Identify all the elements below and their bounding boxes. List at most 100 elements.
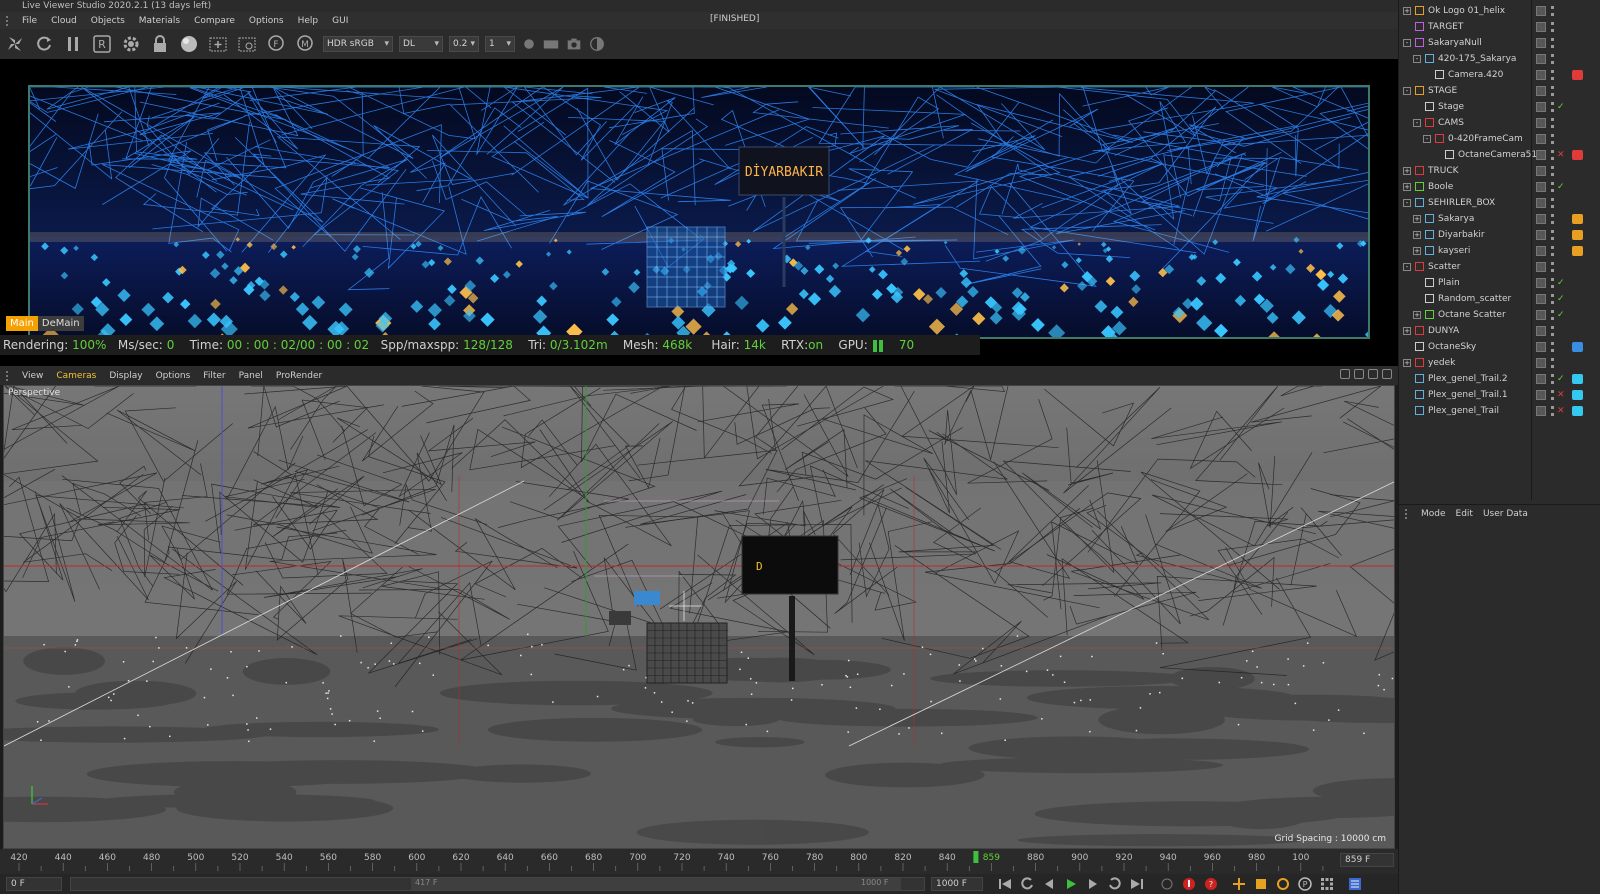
object-name[interactable]: CAMS [1438, 115, 1464, 131]
visibility-dots-icon[interactable] [1551, 278, 1554, 288]
visibility-dots-icon[interactable] [1551, 214, 1554, 224]
visibility-dots-icon[interactable] [1551, 134, 1554, 144]
object-name[interactable]: Octane Scatter [1438, 307, 1506, 323]
object-tag-icon[interactable] [1572, 230, 1583, 240]
object-row[interactable]: + yedek [1399, 355, 1600, 371]
visibility-dots-icon[interactable] [1551, 294, 1554, 304]
visibility-dots-icon[interactable] [1551, 262, 1554, 272]
object-name[interactable]: SakaryaNull [1428, 35, 1482, 51]
add-region-icon[interactable] [207, 33, 229, 55]
perspective-viewport[interactable]: D Perspective Grid Spacing : 10000 cm [3, 385, 1395, 849]
expand-toggle-icon[interactable]: + [1413, 311, 1421, 319]
param-key-icon[interactable]: P [1297, 876, 1313, 892]
visibility-dots-icon[interactable] [1551, 102, 1554, 112]
expand-toggle-icon[interactable]: - [1413, 119, 1421, 127]
visibility-dots-icon[interactable] [1551, 182, 1554, 192]
lock-icon[interactable] [149, 33, 171, 55]
object-name[interactable]: Sakarya [1438, 211, 1474, 227]
object-row[interactable]: Plex_genel_Trail.1 ✕ [1399, 387, 1600, 403]
layer-icon[interactable] [1536, 374, 1546, 384]
expand-toggle-icon[interactable]: + [1403, 7, 1411, 15]
attribute-tab-mode[interactable]: Mode [1421, 509, 1446, 519]
attribute-tab-user-data[interactable]: User Data [1483, 509, 1528, 519]
object-row[interactable]: - SEHIRLER_BOX [1399, 195, 1600, 211]
layer-icon[interactable] [1536, 22, 1546, 32]
rotate-key-icon[interactable] [1275, 876, 1291, 892]
object-name[interactable]: Random_scatter [1438, 291, 1511, 307]
expand-toggle-icon[interactable]: - [1403, 199, 1411, 207]
menu-gui[interactable]: GUI [332, 16, 348, 26]
expand-toggle-icon[interactable]: - [1403, 263, 1411, 271]
layer-icon[interactable] [1536, 342, 1546, 352]
layer-icon[interactable] [1536, 70, 1546, 80]
playhead-marker[interactable] [973, 851, 979, 863]
object-name[interactable]: Plex_genel_Trail [1428, 403, 1499, 419]
color-space-select[interactable]: HDR sRGB [323, 36, 393, 52]
next-key-icon[interactable] [1107, 876, 1123, 892]
next-frame-icon[interactable] [1085, 876, 1101, 892]
object-tag-icon[interactable] [1572, 390, 1583, 400]
render-image[interactable]: DİYARBAKIR [28, 85, 1370, 339]
value-stepper-2[interactable]: 1 [485, 36, 515, 52]
object-row[interactable]: - SakaryaNull [1399, 35, 1600, 51]
expand-toggle-icon[interactable]: - [1413, 55, 1421, 63]
goto-end-icon[interactable] [1129, 876, 1145, 892]
visibility-dots-icon[interactable] [1551, 390, 1554, 400]
viewport-menu-cameras[interactable]: Cameras [56, 371, 96, 381]
menu-cloud[interactable]: Cloud [51, 16, 77, 26]
rect-icon[interactable] [542, 33, 560, 55]
current-frame-field[interactable]: 859 F [1340, 853, 1394, 867]
object-row[interactable]: - STAGE [1399, 83, 1600, 99]
rotate-view-icon[interactable] [1368, 369, 1378, 379]
viewport-cube[interactable] [646, 622, 728, 684]
layer-icon[interactable] [1536, 310, 1546, 320]
viewport-menu-view[interactable]: View [22, 371, 43, 381]
enabled-check-icon[interactable]: ✓ [1557, 307, 1565, 323]
visibility-dots-icon[interactable] [1551, 38, 1554, 48]
timeline[interactable]: 420 440 460 480 500 520 540 560 580 600 620 640 660 6… [0, 849, 1398, 874]
layer-icon[interactable] [1536, 358, 1546, 368]
layer-icon[interactable] [1536, 134, 1546, 144]
object-row[interactable]: OctaneCamera516 ✕ [1399, 147, 1600, 163]
menu-materials[interactable]: Materials [139, 16, 180, 26]
object-tag-icon[interactable] [1572, 70, 1583, 80]
layer-icon[interactable] [1536, 102, 1546, 112]
visibility-dots-icon[interactable] [1551, 150, 1554, 160]
object-tag-icon[interactable] [1572, 342, 1583, 352]
enabled-check-icon[interactable]: ✓ [1557, 99, 1565, 115]
move-view-icon[interactable] [1340, 369, 1350, 379]
menu-file[interactable]: File [22, 16, 37, 26]
visibility-dots-icon[interactable] [1551, 166, 1554, 176]
layer-icon[interactable] [1536, 150, 1546, 160]
object-name[interactable]: STAGE [1428, 83, 1457, 99]
object-name[interactable]: Stage [1438, 99, 1464, 115]
visibility-dots-icon[interactable] [1551, 54, 1554, 64]
autokey-icon[interactable]: ? [1203, 876, 1219, 892]
object-name[interactable]: Scatter [1428, 259, 1460, 275]
object-tag-icon[interactable] [1572, 214, 1583, 224]
goto-start-icon[interactable] [997, 876, 1013, 892]
column-divider[interactable] [1531, 0, 1532, 500]
grip-handle[interactable] [6, 370, 16, 381]
layer-icon[interactable] [1536, 294, 1546, 304]
object-name[interactable]: DUNYA [1428, 323, 1459, 339]
object-row[interactable]: - 0-420FrameCam [1399, 131, 1600, 147]
attribute-tab-edit[interactable]: Edit [1456, 509, 1473, 519]
layer-icon[interactable] [1536, 326, 1546, 336]
object-name[interactable]: Ok Logo 01_helix [1428, 3, 1505, 19]
object-tag-icon[interactable] [1572, 406, 1583, 416]
region-icon[interactable] [236, 33, 258, 55]
object-name[interactable]: Boole [1428, 179, 1453, 195]
object-name[interactable]: Diyarbakir [1438, 227, 1485, 243]
keyframe-icon[interactable] [1159, 876, 1175, 892]
object-name[interactable]: yedek [1428, 355, 1455, 371]
visibility-dots-icon[interactable] [1551, 22, 1554, 32]
play-icon[interactable] [1063, 876, 1079, 892]
scale-key-icon[interactable] [1253, 876, 1269, 892]
tab-main[interactable]: Main [6, 316, 38, 331]
layer-icon[interactable] [1536, 38, 1546, 48]
visibility-dots-icon[interactable] [1551, 230, 1554, 240]
object-row[interactable]: + DUNYA [1399, 323, 1600, 339]
object-row[interactable]: + Ok Logo 01_helix [1399, 3, 1600, 19]
layer-icon[interactable] [1536, 262, 1546, 272]
